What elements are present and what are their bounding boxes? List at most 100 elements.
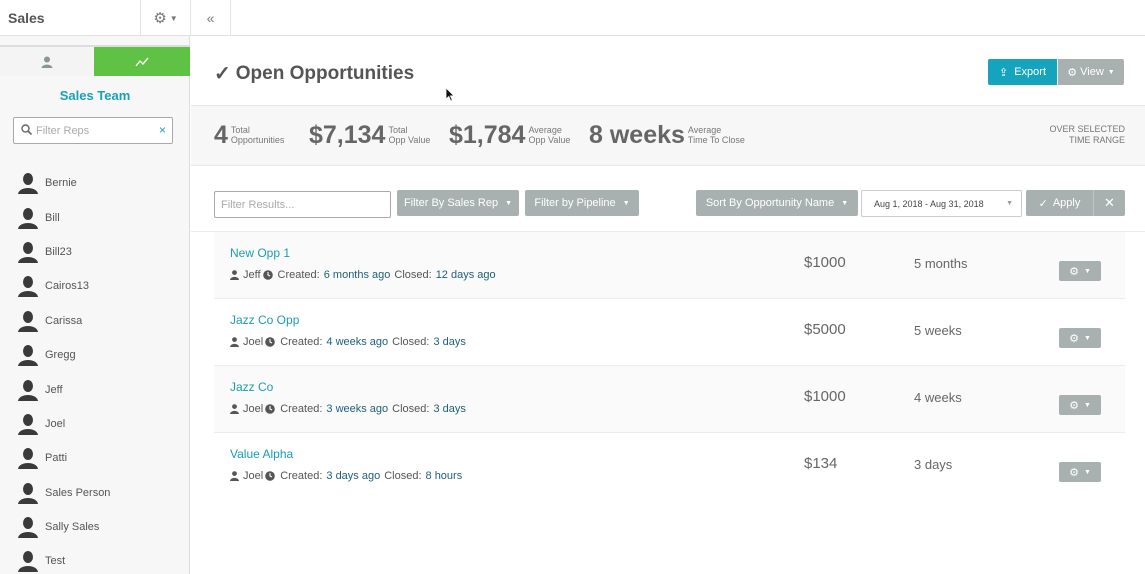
app-root: Sales ⚙▼ « Sales Team × Bernie Bill Bill…: [0, 0, 1145, 574]
opportunity-name-link[interactable]: Value Alpha: [230, 447, 293, 461]
rep-item[interactable]: Cairos13: [0, 269, 190, 303]
share-export-icon: ⇪: [998, 66, 1009, 79]
rep-item[interactable]: Bill23: [0, 235, 190, 269]
opportunity-time-to-close: 4 weeks: [914, 390, 962, 405]
opportunity-time-to-close: 5 weeks: [914, 323, 962, 338]
closed-label: Closed:: [394, 269, 432, 281]
sort-by-button[interactable]: Sort By Opportunity Name ▼: [696, 190, 858, 216]
rep-item[interactable]: Bill: [0, 200, 190, 234]
rep-item[interactable]: Bernie: [0, 166, 190, 200]
opportunity-name-link[interactable]: New Opp 1: [230, 246, 290, 260]
avatar-silhouette-icon: [18, 379, 38, 401]
avatar-silhouette-icon: [18, 517, 38, 539]
closed-value: 3 days: [433, 403, 466, 415]
opportunity-list: New Opp 1 Jeff Created: 6 months ago Clo…: [214, 232, 1125, 500]
caret-down-icon: ▼: [1107, 68, 1115, 76]
date-range-picker[interactable]: Aug 1, 2018 - Aug 31, 2018 ▼: [861, 190, 1022, 217]
rep-item[interactable]: Gregg: [0, 338, 190, 372]
clock-icon: [265, 471, 275, 481]
trend-line-icon: [135, 57, 149, 66]
avatar-silhouette-icon: [18, 207, 38, 229]
caret-down-icon: ▼: [841, 199, 849, 207]
rep-item[interactable]: Carissa: [0, 304, 190, 338]
filter-by-sales-rep-button[interactable]: Filter By Sales Rep ▼: [397, 190, 519, 216]
rep-name: Jeff: [45, 383, 63, 396]
gear-icon: ⚙: [1067, 66, 1078, 79]
clear-filter-button[interactable]: ×: [159, 124, 166, 136]
filter-by-pipeline-button[interactable]: Filter by Pipeline ▼: [525, 190, 639, 216]
closed-label: Closed:: [384, 470, 422, 482]
opportunity-row: Jazz Co Opp Joel Created: 4 weeks ago Cl…: [214, 299, 1125, 366]
rep-name: Bill23: [45, 245, 72, 258]
avatar-silhouette-icon: [18, 448, 38, 470]
opportunity-amount: $1000: [804, 254, 846, 271]
created-value: 6 months ago: [323, 269, 391, 281]
person-icon: [230, 471, 239, 481]
rep-name: Jeff: [243, 269, 261, 281]
rep-item[interactable]: Sally Sales: [0, 510, 190, 544]
opportunity-time-to-close: 3 days: [914, 457, 953, 472]
stat-value: $1,784: [449, 121, 526, 149]
checkmark-icon: ✓: [1038, 197, 1048, 210]
closed-value: 8 hours: [425, 470, 463, 482]
rep-item[interactable]: Sales Person: [0, 476, 190, 510]
caret-down-icon: ▼: [169, 13, 178, 23]
created-value: 3 days ago: [326, 470, 381, 482]
collapse-sidebar-button[interactable]: «: [190, 0, 231, 36]
gear-icon: ⚙: [1069, 332, 1079, 345]
filter-by-pipeline-label: Filter by Pipeline: [534, 197, 616, 209]
sidebar: Sales Team × Bernie Bill Bill23 Cairos13…: [0, 36, 190, 574]
opportunity-name-link[interactable]: Jazz Co: [230, 380, 273, 394]
opportunity-name-link[interactable]: Jazz Co Opp: [230, 313, 299, 327]
rep-filter-input[interactable]: [36, 122, 156, 140]
opportunity-amount: $1000: [804, 388, 846, 405]
row-actions-button[interactable]: ⚙ ▼: [1059, 328, 1101, 348]
rep-name: Carissa: [45, 314, 83, 327]
export-label: Export: [1014, 66, 1046, 78]
stat-label: Total Opp Value: [388, 125, 431, 145]
opportunity-meta: Joel Created: 3 days ago Closed: 8 hours: [230, 470, 462, 482]
person-icon: [230, 337, 239, 347]
page-header: ✓ Open Opportunities ⇪ Export ⚙ View ▼: [191, 36, 1145, 106]
rep-filter-field: ×: [13, 117, 173, 144]
filter-results-input[interactable]: [214, 191, 391, 218]
caret-down-icon: ▼: [1083, 468, 1091, 476]
created-label: Created:: [280, 470, 323, 482]
opportunity-row: Jazz Co Joel Created: 3 weeks ago Closed…: [214, 366, 1125, 433]
avatar-silhouette-icon: [18, 345, 38, 367]
apply-button[interactable]: ✓ Apply: [1026, 190, 1093, 216]
rep-name: Sally Sales: [45, 521, 100, 534]
row-actions-button[interactable]: ⚙ ▼: [1059, 261, 1101, 281]
created-value: 4 weeks ago: [326, 336, 389, 348]
stat-value: 8 weeks: [589, 121, 685, 149]
rep-item[interactable]: Joel: [0, 407, 190, 441]
main-panel: ✓ Open Opportunities ⇪ Export ⚙ View ▼ 4…: [191, 36, 1145, 574]
row-actions-button[interactable]: ⚙ ▼: [1059, 462, 1101, 482]
stat-average-time: 8 weeks Average Time To Close: [589, 122, 745, 148]
gear-icon: ⚙: [1069, 466, 1079, 479]
clock-icon: [265, 337, 275, 347]
tab-analytics[interactable]: [94, 47, 190, 76]
created-label: Created:: [280, 403, 323, 415]
search-icon: [21, 124, 32, 135]
sidebar-tabs: [0, 45, 190, 76]
apply-label: Apply: [1052, 197, 1081, 209]
opportunity-time-to-close: 5 months: [914, 256, 968, 271]
rep-item[interactable]: Jeff: [0, 372, 190, 406]
tab-team-members[interactable]: [0, 47, 93, 76]
rep-name: Joel: [243, 470, 264, 482]
rep-item[interactable]: Patti: [0, 441, 190, 475]
rep-item[interactable]: Test: [0, 544, 190, 574]
rep-name: Joel: [243, 403, 264, 415]
clear-filters-button[interactable]: ✕: [1093, 190, 1125, 216]
person-icon: [230, 270, 239, 280]
double-chevron-left-icon: «: [206, 10, 215, 26]
person-icon: [41, 56, 52, 68]
export-button[interactable]: ⇪ Export: [988, 59, 1057, 85]
row-actions-button[interactable]: ⚙ ▼: [1059, 395, 1101, 415]
opportunity-meta: Jeff Created: 6 months ago Closed: 12 da…: [230, 269, 496, 281]
person-icon: [230, 404, 239, 414]
gear-icon: ⚙: [1069, 265, 1079, 278]
settings-menu-button[interactable]: ⚙ ▼: [140, 0, 190, 36]
view-menu-button[interactable]: ⚙ View ▼: [1058, 59, 1124, 85]
